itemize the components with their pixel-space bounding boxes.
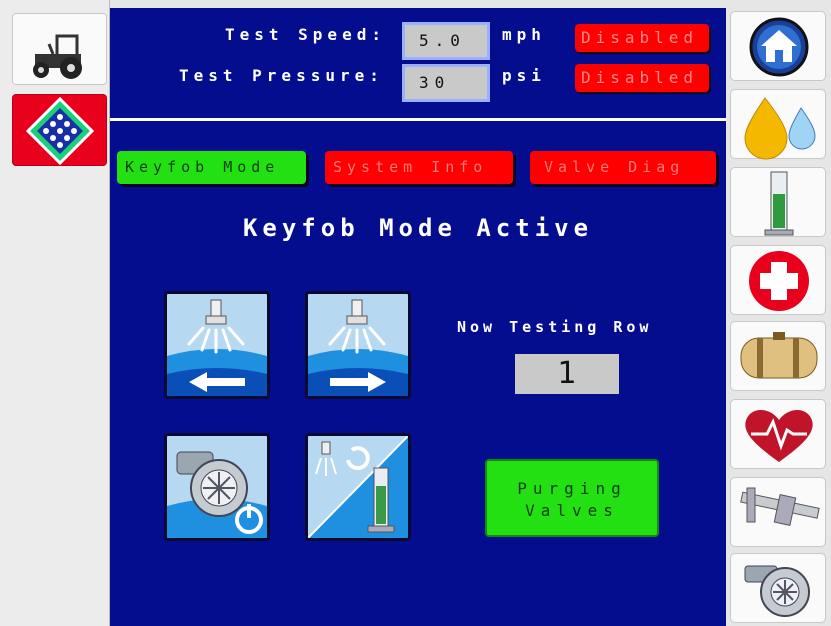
home-icon: [749, 17, 809, 77]
heartbeat-icon: [745, 409, 813, 462]
purging-valves-button[interactable]: Purging Valves: [485, 459, 659, 537]
health-button[interactable]: [730, 399, 826, 469]
spray-left-icon: [167, 294, 267, 396]
tractor-icon: [33, 34, 82, 79]
calibration-cylinder-icon: [764, 171, 794, 236]
test-pressure-label: Test Pressure:: [179, 66, 384, 85]
product-button[interactable]: [730, 89, 826, 160]
caliper-icon: [740, 487, 820, 526]
pump-button[interactable]: [730, 553, 826, 623]
spray-calibration-button[interactable]: [305, 433, 411, 541]
now-testing-row-value: 1: [515, 354, 619, 394]
right-nav-rail: [726, 0, 831, 626]
test-pressure-unit: psi: [502, 66, 546, 85]
pump-power-icon: [167, 436, 267, 538]
test-pressure-status-button[interactable]: Disabled: [575, 64, 709, 92]
header-divider: [110, 118, 726, 121]
purging-valves-line2: Valves: [525, 501, 619, 520]
test-speed-field[interactable]: 5.0: [402, 22, 490, 60]
tab-keyfob-mode[interactable]: Keyfob Mode: [117, 151, 306, 184]
tab-system-info[interactable]: System Info: [325, 151, 513, 184]
spray-right-button[interactable]: [305, 291, 411, 399]
first-aid-button[interactable]: [730, 245, 826, 315]
page-title: Keyfob Mode Active: [242, 214, 594, 242]
test-speed-unit: mph: [502, 25, 546, 44]
main-panel: Test Speed: 5.0 mph Disabled Test Pressu…: [110, 8, 726, 626]
test-pressure-field[interactable]: 30: [402, 64, 490, 102]
product-drops-icon: [744, 97, 816, 160]
test-speed-label: Test Speed:: [225, 25, 386, 44]
spray-right-icon: [308, 294, 408, 396]
first-aid-cross-icon: [749, 251, 809, 311]
tab-valve-diag[interactable]: Valve Diag: [530, 151, 716, 184]
calibration-button[interactable]: [730, 167, 826, 237]
spray-cylinder-icon: [308, 436, 408, 538]
tractor-button[interactable]: [12, 13, 107, 85]
spray-left-button[interactable]: [164, 291, 270, 399]
tank-button[interactable]: [730, 321, 826, 391]
left-nav-rail: [0, 0, 110, 626]
caliper-button[interactable]: [730, 477, 826, 547]
diamond-grid-icon: [25, 96, 95, 166]
tank-icon: [740, 332, 818, 379]
diamond-grid-button[interactable]: [12, 94, 107, 166]
purging-valves-line1: Purging: [517, 479, 627, 498]
pump-power-button[interactable]: [164, 433, 270, 541]
home-button[interactable]: [730, 11, 826, 81]
now-testing-label: Now Testing Row: [457, 318, 653, 336]
test-speed-status-button[interactable]: Disabled: [575, 24, 709, 52]
pump-icon: [744, 565, 810, 617]
